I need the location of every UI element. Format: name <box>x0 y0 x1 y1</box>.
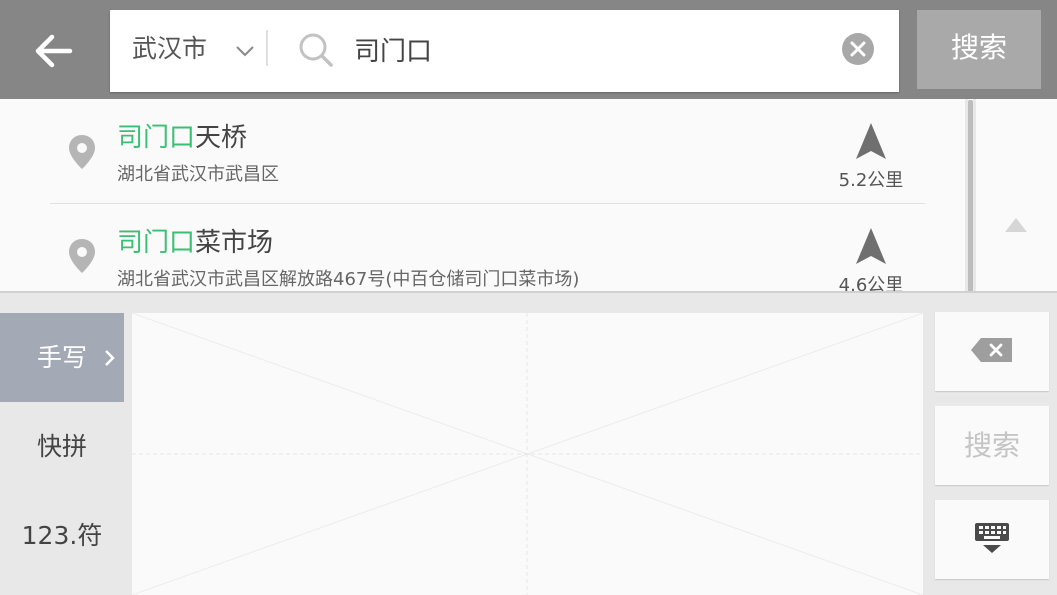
keyboard-hide-icon <box>975 523 1009 553</box>
scrollbar-thumb[interactable] <box>968 100 973 292</box>
result-title-rest: 菜市场 <box>195 228 274 258</box>
search-input[interactable] <box>354 24 834 74</box>
mode-tab-label: 手写 <box>36 343 87 372</box>
search-box: 武汉市 <box>110 10 899 92</box>
mode-tab-label: 快拼 <box>36 432 87 461</box>
search-icon <box>299 33 333 67</box>
backspace-key[interactable] <box>935 312 1049 391</box>
result-address: 湖北省武汉市武昌区 <box>117 164 279 185</box>
result-title: 司门口天桥 <box>117 117 247 154</box>
clear-icon[interactable] <box>842 33 874 65</box>
back-arrow-icon <box>35 34 73 68</box>
list-item[interactable]: 司门口菜市场 湖北省武汉市武昌区解放路467号(中百仓储司门口菜市场) 4.6公… <box>0 204 965 291</box>
top-bar: 武汉市 搜索 <box>0 0 1057 99</box>
hide-keyboard-key[interactable] <box>935 500 1049 579</box>
chevron-down-icon[interactable] <box>234 40 256 62</box>
result-address: 湖北省武汉市武昌区解放路467号(中百仓储司门口菜市场) <box>117 269 580 290</box>
keyboard-search-label: 搜索 <box>963 429 1020 462</box>
results-list: 司门口天桥 湖北省武汉市武昌区 5.2公里 司门口菜市场 湖北省武汉市武昌区解放… <box>0 99 965 291</box>
keyboard-top-border <box>0 291 1057 293</box>
input-mode-column: 手写 快拼 123.符 <box>0 313 124 595</box>
mode-tab-label: 123.符 <box>21 521 103 550</box>
navigate-icon[interactable] <box>853 121 889 161</box>
navigate-icon[interactable] <box>853 226 889 266</box>
scroll-up-button[interactable] <box>976 99 1057 291</box>
search-button[interactable]: 搜索 <box>917 10 1041 89</box>
location-pin-icon <box>69 135 95 169</box>
result-title-highlight: 司门口 <box>117 123 196 153</box>
chevron-right-icon <box>105 350 115 366</box>
handwriting-guide-lines <box>132 313 923 595</box>
mode-tab-symbols[interactable]: 123.符 <box>0 491 124 580</box>
city-selector[interactable]: 武汉市 <box>132 10 207 92</box>
result-title: 司门口菜市场 <box>117 222 273 259</box>
result-distance: 5.2公里 <box>838 170 904 191</box>
row-divider <box>50 203 925 204</box>
triangle-up-icon <box>1005 218 1027 232</box>
result-distance: 4.6公里 <box>838 275 904 291</box>
back-button[interactable] <box>28 26 78 76</box>
divider <box>266 30 268 66</box>
handwriting-pad[interactable] <box>132 313 923 595</box>
keyboard-search-key[interactable]: 搜索 <box>935 406 1049 485</box>
result-title-highlight: 司门口 <box>117 228 196 258</box>
result-title-rest: 天桥 <box>195 123 248 153</box>
mode-tab-quickpinyin[interactable]: 快拼 <box>0 402 124 491</box>
backspace-icon <box>971 338 1012 362</box>
location-pin-icon <box>69 239 95 273</box>
list-item[interactable]: 司门口天桥 湖北省武汉市武昌区 5.2公里 <box>0 99 965 204</box>
mode-tab-handwriting[interactable]: 手写 <box>0 313 124 402</box>
